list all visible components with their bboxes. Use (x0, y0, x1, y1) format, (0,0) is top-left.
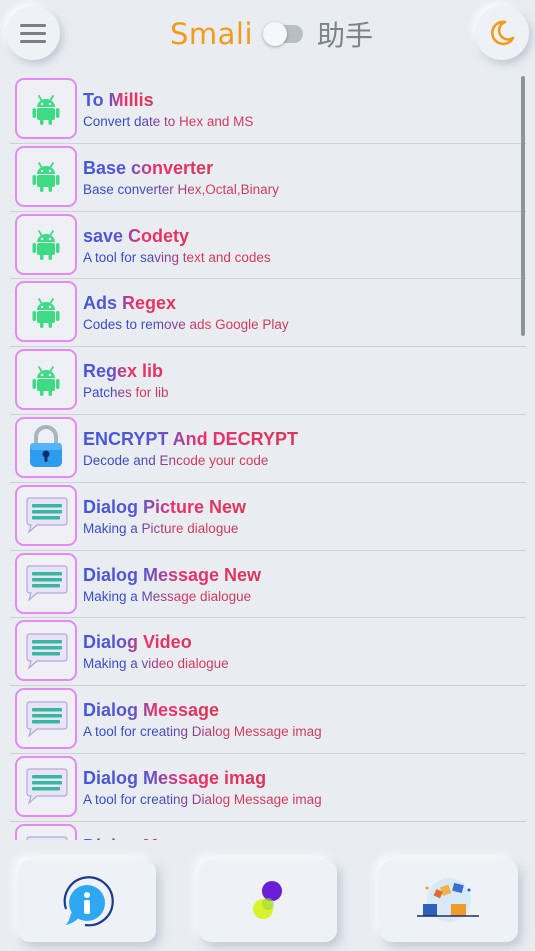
list-item[interactable]: Dialog Video Making a video dialogue (10, 618, 526, 687)
item-icon-box (15, 281, 77, 343)
list-item[interactable]: ENCRYPT And DECRYPT Decode and Encode you… (10, 415, 526, 483)
illustration-button[interactable] (380, 860, 518, 942)
item-subtitle: Making a Message dialogue (83, 588, 252, 604)
item-icon-box (15, 416, 77, 478)
item-title: Dialog M (83, 836, 158, 840)
chat-bubble-icon (23, 495, 69, 535)
item-subtitle: Base converter Hex,Octal,Binary (83, 181, 279, 197)
scrollbar[interactable] (521, 76, 525, 336)
item-title: Dialog Picture New (83, 496, 247, 517)
list-item[interactable]: To Millis Convert date to Hex and MS (10, 76, 526, 144)
item-subtitle: Making a Picture dialogue (83, 520, 239, 536)
color-dots-icon (253, 881, 282, 919)
hamburger-menu-icon (20, 19, 46, 48)
tool-list[interactable]: To Millis Convert date to Hex and MS Base… (10, 76, 526, 840)
info-button[interactable] (18, 860, 156, 942)
item-subtitle: Convert date to Hex and MS (83, 114, 254, 129)
app-title-right: 助手 (317, 19, 374, 52)
item-icon-box (15, 78, 77, 139)
item-title: Dialog Message New (83, 564, 262, 585)
app-header: Smali 助手 (0, 0, 535, 70)
color-button[interactable] (199, 860, 337, 942)
item-subtitle: A tool for creating Dialog Message imag (83, 724, 322, 740)
list-item[interactable]: Dialog Message New Making a Message dialo… (10, 551, 526, 619)
list-item[interactable]: Base converter Base converter Hex,Octal,B… (10, 144, 526, 212)
lock-icon (26, 424, 66, 470)
item-icon-box (15, 552, 77, 614)
android-icon (29, 92, 63, 126)
item-title: Regex lib (83, 361, 164, 382)
list-item[interactable]: Dialog M (10, 822, 526, 840)
item-subtitle: Making a video dialogue (83, 656, 229, 672)
item-title: Dialog Message (83, 700, 220, 721)
item-subtitle: Patches for lib (83, 385, 169, 401)
mode-toggle[interactable] (263, 22, 304, 46)
chat-bubble-icon (23, 699, 69, 739)
list-item[interactable]: Ads Regex Codes to remove ads Google Play (10, 279, 526, 348)
app-title-left: Smali (170, 17, 254, 51)
chat-bubble-icon (23, 834, 69, 840)
item-subtitle: Codes to remove ads Google Play (83, 317, 289, 333)
info-icon (63, 876, 114, 927)
item-title: To Millis (83, 90, 154, 110)
android-icon (29, 295, 63, 329)
list-item[interactable]: Dialog Message imag A tool for creating D… (10, 754, 526, 822)
item-title: Ads Regex (83, 293, 177, 314)
item-title: ENCRYPT And DECRYPT (83, 428, 299, 449)
boxes-illustration-icon (417, 878, 479, 922)
item-subtitle: Decode and Encode your code (83, 452, 269, 468)
chat-bubble-icon (23, 766, 69, 806)
theme-button[interactable] (475, 6, 529, 60)
android-icon (29, 227, 63, 261)
item-icon-box (15, 213, 77, 275)
list-item[interactable]: Dialog Message A tool for creating Dialog… (10, 686, 526, 754)
item-icon-box (15, 484, 77, 546)
android-icon (29, 363, 63, 397)
list-item[interactable]: Regex lib Patches for lib (10, 347, 526, 415)
item-icon-box (15, 688, 77, 750)
item-title: Dialog Message imag (83, 767, 267, 788)
item-icon-box (15, 823, 77, 840)
android-icon (29, 159, 63, 193)
item-subtitle: A tool for saving text and codes (83, 249, 271, 265)
item-icon-box (15, 349, 77, 411)
chat-bubble-icon (23, 631, 69, 671)
item-icon-box (15, 620, 77, 682)
item-title: Dialog Video (83, 632, 192, 653)
menu-button[interactable] (6, 6, 60, 60)
item-title: Base converter (83, 157, 214, 178)
moon-icon (490, 20, 515, 46)
item-icon-box (15, 755, 77, 817)
list-item[interactable]: save Codety A tool for saving text and co… (10, 212, 526, 280)
chat-bubble-icon (23, 563, 69, 603)
toggle-knob (263, 22, 288, 46)
item-subtitle: A tool for creating Dialog Message imag (83, 791, 322, 807)
list-item[interactable]: Dialog Picture New Making a Picture dialo… (10, 483, 526, 551)
item-icon-box (15, 145, 77, 207)
app-title: Smali 助手 (170, 14, 373, 54)
item-title: save Codety (83, 225, 190, 246)
